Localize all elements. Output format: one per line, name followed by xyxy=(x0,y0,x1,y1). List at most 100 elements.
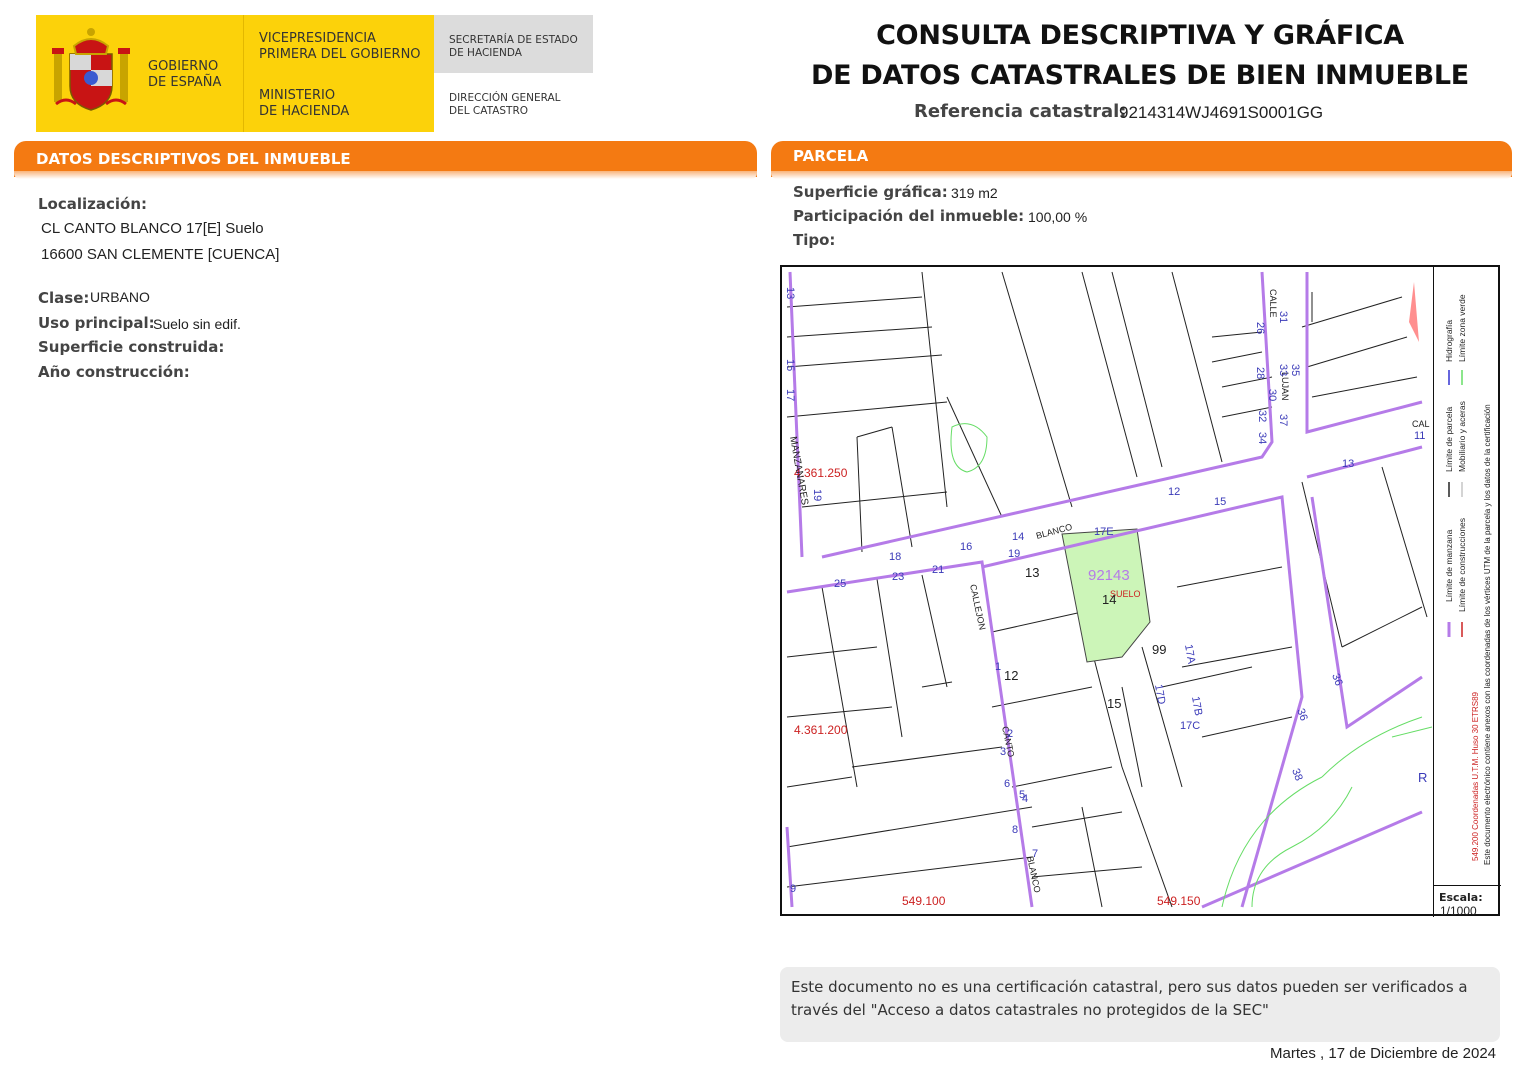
clase-value: URBANO xyxy=(90,289,150,305)
plot-number: 13 xyxy=(1342,458,1354,470)
legend-zona-verde: Límite zona verde xyxy=(1457,294,1467,362)
plot-number: 31 xyxy=(1277,311,1289,323)
plot-number: 5 xyxy=(1019,789,1025,801)
plot-number: 12 xyxy=(1168,486,1180,498)
plot-number: 17A xyxy=(1182,643,1197,665)
plot-number: 34 xyxy=(1256,432,1268,444)
ref-catastral-value: 9214314WJ4691S0001GG xyxy=(1119,103,1324,122)
address-line-2: 16600 SAN CLEMENTE [CUENCA] xyxy=(41,246,280,263)
plot-number: 15 xyxy=(1107,696,1121,711)
plot-number: 8 xyxy=(1012,824,1018,836)
map-legend: Límite de manzana Límite de parcela Hidr… xyxy=(1433,267,1501,885)
parcel-id-label: 92143 xyxy=(1088,567,1130,584)
coord-x-1: 549.100 xyxy=(902,894,946,908)
coord-x-2: 549.150 xyxy=(1157,894,1201,908)
vicepresidencia-label: VICEPRESIDENCIA PRIMERA DEL GOBIERNO xyxy=(259,31,421,63)
plot-number: 38 xyxy=(1289,767,1304,783)
plot-number: 17E xyxy=(1094,526,1114,538)
descriptive-section-title: DATOS DESCRIPTIVOS DEL INMUEBLE xyxy=(36,150,351,168)
plot-number: 19 xyxy=(1008,548,1020,560)
participacion-value: 100,00 % xyxy=(1028,209,1088,225)
legend-coords: 549.200 Coordenadas U.T.M. Huso 30 ETRS8… xyxy=(1471,691,1480,861)
logo-divider xyxy=(243,15,244,132)
gov-line-2: DE ESPAÑA xyxy=(148,75,222,90)
plot-number: 6 xyxy=(1004,778,1010,790)
legend-mobiliario: Mobiliario y aceras xyxy=(1457,401,1467,472)
scale-value: 1/1000 xyxy=(1440,904,1477,918)
plot-number: 17 xyxy=(784,389,796,401)
plot-number: 17B xyxy=(1189,695,1204,716)
legend-parcela: Límite de parcela xyxy=(1444,407,1454,472)
sec-line-2: DE HACIENDA xyxy=(449,47,522,59)
plot-number: 2 xyxy=(1007,728,1013,740)
scale-label: Escala: xyxy=(1439,891,1483,904)
ref-catastral-label: Referencia catastral: xyxy=(914,101,1127,122)
descriptive-header-shade xyxy=(14,171,757,179)
ministerio-label: MINISTERIO DE HACIENDA xyxy=(259,88,349,120)
plot-number: 13 xyxy=(1025,565,1039,580)
legend-manzana: Límite de manzana xyxy=(1444,529,1454,602)
plot-number: 25 xyxy=(834,578,846,590)
title-line-1: CONSULTA DESCRIPTIVA Y GRÁFICA xyxy=(876,20,1404,51)
plot-number: 28 xyxy=(1254,367,1266,379)
plot-number: 32 xyxy=(1256,410,1268,422)
plot-number: 16 xyxy=(960,541,972,553)
plot-number: 17D xyxy=(1152,683,1167,705)
plot-number: 18 xyxy=(889,551,901,563)
plot-number: 13 xyxy=(784,287,796,299)
legend-annex: Este documento electrónico contiene anex… xyxy=(1483,404,1492,865)
plot-number: 35 xyxy=(1289,364,1301,376)
plot-number: 23 xyxy=(892,571,904,583)
min-line-1: MINISTERIO xyxy=(259,88,336,103)
tipo-label: Tipo: xyxy=(793,231,836,249)
plot-number: 99 xyxy=(1152,642,1166,657)
localizacion-label: Localización: xyxy=(38,195,148,213)
superficie-grafica-label: Superficie gráfica: xyxy=(793,183,948,201)
clase-label: Clase: xyxy=(38,289,90,307)
plot-number: 14 xyxy=(1102,592,1116,607)
address-line-1: CL CANTO BLANCO 17[E] Suelo xyxy=(41,220,264,237)
plot-number: 14 xyxy=(1012,531,1024,543)
plot-number: 1 xyxy=(995,661,1001,673)
street-calle: CALLE xyxy=(1268,289,1278,318)
page-title: CONSULTA DESCRIPTIVA Y GRÁFICA DE DATOS … xyxy=(780,16,1500,96)
spain-coat-of-arms-icon xyxy=(52,28,130,111)
title-line-2: DE DATOS CATASTRALES DE BIEN INMUEBLE xyxy=(811,60,1469,91)
plot-number: 30 xyxy=(1266,389,1278,401)
superficie-construida-label: Superficie construida: xyxy=(38,338,225,356)
secretaria-label: SECRETARÍA DE ESTADO DE HACIENDA xyxy=(449,34,578,60)
plot-number: 15 xyxy=(1214,496,1226,508)
uso-principal-value: Suelo sin edif. xyxy=(153,316,241,332)
anio-construccion-label: Año construcción: xyxy=(38,363,190,381)
participacion-label: Participación del inmueble: xyxy=(793,207,1025,225)
plot-number: 36 xyxy=(1329,672,1344,688)
map-scale-box: Escala: 1/1000 xyxy=(1433,885,1501,918)
dir-line-2: DEL CATASTRO xyxy=(449,105,529,117)
plot-number: 15 xyxy=(784,359,796,371)
document-date: Martes , 17 de Diciembre de 2024 xyxy=(1270,1045,1496,1062)
uso-principal-label: Uso principal: xyxy=(38,314,155,332)
cadastral-map[interactable]: 92143 SUELO 4.361.250 4.361.200 549.100 … xyxy=(782,267,1433,914)
plot-number: 21 xyxy=(932,564,944,576)
plot-number: 17C xyxy=(1180,720,1200,732)
plot-number: 11 xyxy=(1414,430,1425,442)
plot-number: 12 xyxy=(1004,668,1018,683)
plot-number: 3 xyxy=(1000,746,1006,758)
plot-number: 9 xyxy=(790,883,796,895)
disclaimer-text: Este documento no es una certificación c… xyxy=(791,978,1468,1019)
gobierno-label: GOBIERNO DE ESPAÑA xyxy=(148,59,221,91)
plot-number: 37 xyxy=(1277,414,1289,426)
plot-number: R xyxy=(1418,770,1427,785)
coord-y-2: 4.361.200 xyxy=(794,723,848,737)
parcela-header-shade xyxy=(771,171,1512,179)
dir-line-1: DIRECCIÓN GENERAL xyxy=(449,92,561,104)
legend-construcciones: Límite de construcciones xyxy=(1457,518,1467,612)
plot-number: 19 xyxy=(811,489,823,501)
vp-line-1: VICEPRESIDENCIA xyxy=(259,31,376,46)
gov-line-1: GOBIERNO xyxy=(148,59,219,74)
superficie-grafica-value: 319 m2 xyxy=(951,185,998,201)
plot-number: 7 xyxy=(1032,848,1038,860)
street-callejon: CALLEJON xyxy=(968,583,987,631)
street-cal: CAL xyxy=(1412,419,1430,429)
parcela-section-title: PARCELA xyxy=(793,147,869,165)
